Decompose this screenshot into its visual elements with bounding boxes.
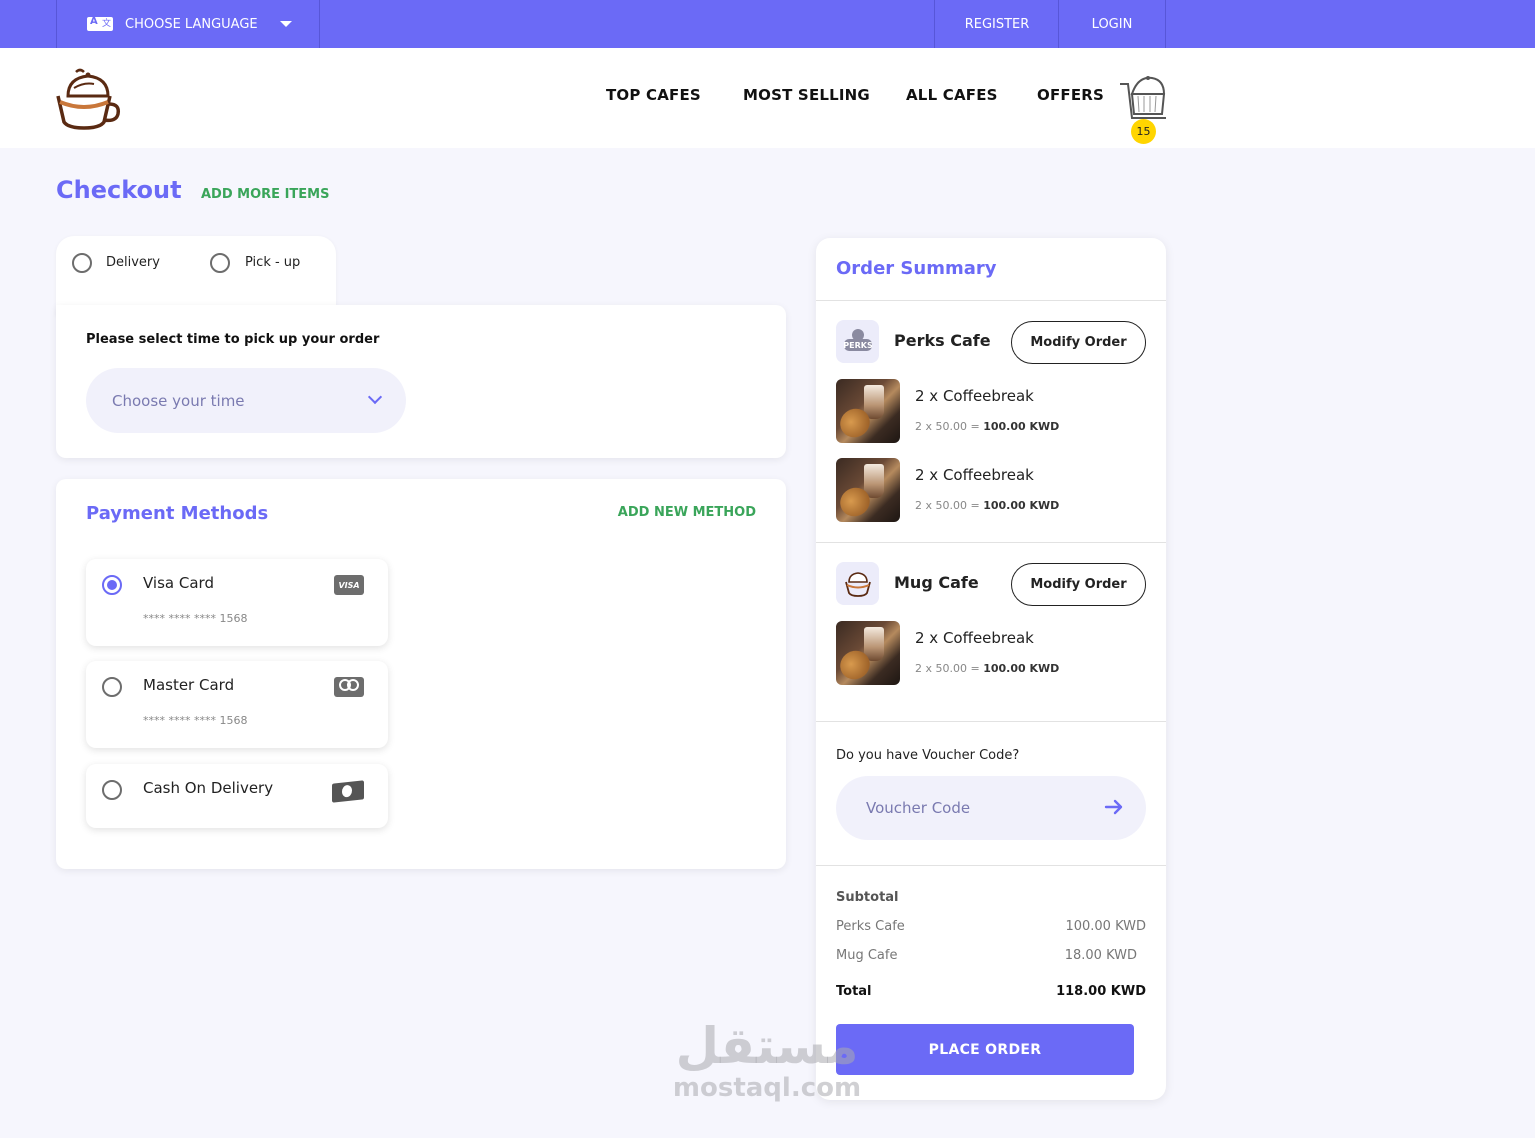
payment-method-name: Cash On Delivery: [143, 779, 274, 797]
page-title: Checkout: [56, 176, 182, 204]
item-name: 2 x Coffeebreak: [915, 466, 1034, 484]
svg-text:PERKS: PERKS: [843, 341, 873, 350]
divider: [816, 721, 1166, 722]
translate-icon: [87, 16, 113, 31]
payment-method-name: Visa Card: [143, 574, 214, 592]
voucher-label: Do you have Voucher Code?: [836, 748, 1020, 763]
item-price: 2 x 50.00 = 100.00 KWD: [915, 420, 1060, 433]
nav-top-cafes[interactable]: TOP CAFES: [606, 86, 701, 104]
payment-methods-card: Payment Methods ADD NEW METHOD Visa Card…: [56, 479, 786, 869]
chevron-down-icon: [367, 389, 383, 405]
login-link[interactable]: LOGIN: [1058, 0, 1166, 48]
watermark-arabic: مستقل: [675, 1017, 859, 1075]
place-order-button[interactable]: PLACE ORDER: [836, 1024, 1134, 1075]
top-bar: CHOOSE LANGUAGE REGISTER LOGIN: [0, 0, 1535, 48]
delivery-label: Delivery: [106, 255, 160, 270]
pickup-label: Pick - up: [245, 255, 301, 270]
cafe-name: Perks Cafe: [894, 331, 991, 350]
modify-order-button[interactable]: Modify Order: [1011, 563, 1146, 606]
payment-option-visa[interactable]: Visa Card **** **** **** 1568 VISA: [86, 559, 388, 646]
mastercard-icon: [334, 677, 364, 697]
item-image: [836, 621, 900, 685]
cash-radio[interactable]: [102, 780, 122, 800]
item-price: 2 x 50.00 = 100.00 KWD: [915, 662, 1060, 675]
cart-count-badge: 15: [1131, 119, 1156, 144]
item-name: 2 x Coffeebreak: [915, 387, 1034, 405]
add-new-method-link[interactable]: ADD NEW METHOD: [618, 505, 756, 520]
mug-cafe-logo-icon: [836, 562, 879, 605]
perks-cafe-logo-icon: PERKS: [836, 320, 879, 363]
item-image: [836, 458, 900, 522]
voucher-placeholder: Voucher Code: [866, 799, 971, 817]
payment-option-cash[interactable]: Cash On Delivery: [86, 764, 388, 828]
nav-most-selling[interactable]: MOST SELLING: [743, 86, 870, 104]
subtotal-label: Perks Cafe: [836, 919, 905, 934]
card-number: **** **** **** 1568: [143, 714, 248, 727]
total-label: Total: [836, 984, 872, 999]
subtotal-label: Mug Cafe: [836, 948, 898, 963]
modify-order-button[interactable]: Modify Order: [1011, 321, 1146, 364]
pickup-time-label: Please select time to pick up your order: [86, 332, 380, 347]
item-image: [836, 379, 900, 443]
nav-all-cafes[interactable]: ALL CAFES: [906, 86, 998, 104]
watermark-latin: mostaql.com: [672, 1073, 862, 1103]
pickup-time-placeholder: Choose your time: [112, 391, 245, 410]
cafe-logo-icon[interactable]: [54, 66, 122, 132]
cafe-name: Mug Cafe: [894, 573, 979, 592]
visa-icon: VISA: [334, 575, 364, 595]
card-number: **** **** **** 1568: [143, 612, 248, 625]
language-selector[interactable]: CHOOSE LANGUAGE: [56, 0, 320, 48]
divider: [816, 865, 1166, 866]
payment-methods-title: Payment Methods: [86, 503, 269, 524]
watermark: مستقل mostaql.com: [672, 1018, 862, 1102]
pickup-time-select[interactable]: Choose your time: [86, 368, 406, 433]
arrow-right-icon[interactable]: [1104, 797, 1124, 817]
divider: [816, 542, 1166, 543]
delivery-radio[interactable]: [72, 253, 92, 273]
order-summary-card: Order Summary PERKS Perks Cafe Modify Or…: [816, 238, 1166, 1100]
nav-offers[interactable]: OFFERS: [1037, 86, 1104, 104]
mastercard-radio[interactable]: [102, 677, 122, 697]
add-more-items-link[interactable]: ADD MORE ITEMS: [201, 187, 329, 202]
cash-icon: [332, 780, 364, 803]
item-price: 2 x 50.00 = 100.00 KWD: [915, 499, 1060, 512]
total-value: 118.00 KWD: [1056, 984, 1146, 999]
order-summary-title: Order Summary: [836, 258, 997, 279]
visa-radio[interactable]: [102, 575, 122, 595]
subtotal-value: 100.00 KWD: [1065, 919, 1146, 934]
caret-down-icon: [279, 21, 292, 27]
pickup-radio[interactable]: [210, 253, 230, 273]
cart-icon[interactable]: [1118, 74, 1170, 124]
subtotal-value: 18.00 KWD: [1064, 948, 1137, 963]
pickup-time-card: Please select time to pick up your order…: [56, 305, 786, 458]
fulfillment-tabs: Delivery Pick - up: [56, 236, 336, 316]
language-label: CHOOSE LANGUAGE: [125, 16, 258, 32]
divider: [816, 300, 1166, 301]
item-name: 2 x Coffeebreak: [915, 629, 1034, 647]
payment-method-name: Master Card: [143, 676, 235, 694]
payment-option-mastercard[interactable]: Master Card **** **** **** 1568: [86, 661, 388, 748]
main-header: TOP CAFES MOST SELLING ALL CAFES OFFERS: [0, 48, 1535, 148]
subtotal-title: Subtotal: [836, 890, 899, 905]
register-link[interactable]: REGISTER: [934, 0, 1059, 48]
voucher-input[interactable]: Voucher Code: [836, 776, 1146, 840]
